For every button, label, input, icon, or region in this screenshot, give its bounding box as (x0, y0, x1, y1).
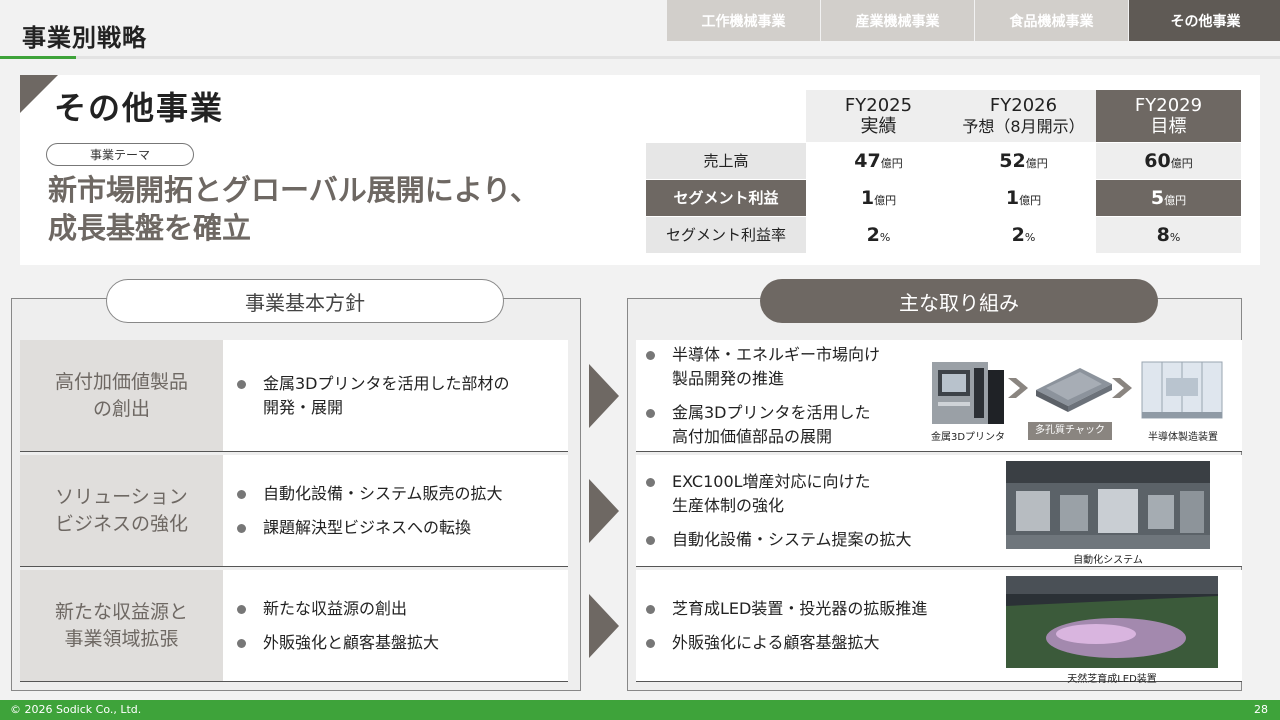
initiative-row: 半導体・エネルギー市場向け 製品開発の推進 金属3Dプリンタを活用した 高付加価値部… (636, 340, 1242, 452)
list-item: EXC100L増産対応に向けた 生産体制の強化 (646, 470, 912, 518)
initiative-points: 半導体・エネルギー市場向け 製品開発の推進 金属3Dプリンタを活用した 高付加価値部… (646, 340, 880, 452)
list-item: 金属3Dプリンタを活用した 高付加価値部品の展開 (646, 401, 880, 449)
row-label-profit-margin: セグメント利益率 (646, 216, 806, 254)
porous-chuck-image (1036, 368, 1112, 412)
row-label-sales: 売上高 (646, 142, 806, 180)
value-cell: 2% (951, 216, 1096, 254)
automation-system-image (1006, 461, 1210, 549)
initiative-row: EXC100L増産対応に向けた 生産体制の強化 自動化設備・システム提案の拡大 自… (636, 455, 1242, 567)
policy-category: 新たな収益源と 事業領域拡張 (20, 570, 223, 681)
corner-accent (20, 75, 58, 113)
page-number: 28 (1254, 703, 1268, 716)
theme-label-pill: 事業テーマ (46, 143, 194, 166)
header-accent-bar (0, 56, 76, 59)
segment-summary-panel: その他事業 事業テーマ 新市場開拓とグローバル展開により、 成長基盤を確立 FY… (20, 75, 1260, 265)
metal-3d-printer-image (932, 362, 1004, 424)
list-item: 外販強化と顧客基盤拡大 (237, 631, 568, 655)
table-row: セグメント利益率 2% 2% 8% (646, 216, 1241, 254)
business-theme-line: 新市場開拓とグローバル展開により、 (48, 173, 539, 207)
image-caption: 金属3Dプリンタ (930, 432, 1006, 443)
business-theme-line: 成長基盤を確立 (48, 211, 252, 245)
arrow-right-icon (1008, 378, 1028, 398)
image-caption: 半導体製造装置 (1148, 432, 1218, 443)
value-cell: 1億円 (951, 179, 1096, 217)
turf-led-device-image (1006, 576, 1218, 668)
list-item: 芝育成LED装置・投光器の拡販推進 (646, 597, 927, 621)
column-header-fy2029: FY2029 目標 (1096, 90, 1241, 143)
chevron-right-icon (589, 479, 619, 543)
list-item: 課題解決型ビジネスへの転換 (237, 516, 568, 540)
policy-header: 事業基本方針 (106, 279, 504, 323)
chevron-right-icon (589, 594, 619, 658)
policy-category: 高付加価値製品 の創出 (20, 340, 223, 451)
column-header-fy2025: FY2025 実績 (806, 90, 951, 143)
value-cell: 1億円 (806, 179, 951, 217)
image-caption: 自動化システム (1073, 555, 1143, 566)
segment-tabs: 工作機械事業 産業機械事業 食品機械事業 その他事業 (666, 0, 1280, 41)
initiative-points: EXC100L増産対応に向けた 生産体制の強化 自動化設備・システム提案の拡大 (646, 455, 912, 567)
initiative-points: 芝育成LED装置・投光器の拡販推進 外販強化による顧客基盤拡大 (646, 570, 927, 682)
initiative-row: 芝育成LED装置・投光器の拡販推進 外販強化による顧客基盤拡大 天然芝育成LED… (636, 570, 1242, 685)
tab-other-business[interactable]: その他事業 (1129, 0, 1280, 41)
image-caption: 多孔質チャック (1028, 422, 1112, 440)
chevron-right-icon (589, 364, 619, 428)
financial-targets-table: FY2025 実績 FY2026 予想（8月開示） FY2029 目標 売上高 47億… (646, 90, 1241, 254)
column-header-fy2026: FY2026 予想（8月開示） (951, 90, 1096, 143)
value-cell: 5億円 (1096, 179, 1241, 217)
page-title: 事業別戦略 (22, 24, 147, 52)
image-caption: 天然芝育成LED装置 (1067, 674, 1157, 685)
policy-row: 新たな収益源と 事業領域拡張 新たな収益源の創出 外販強化と顧客基盤拡大 (20, 570, 568, 682)
tab-industrial-machinery[interactable]: 産業機械事業 (821, 0, 974, 41)
table-row: 売上高 47億円 52億円 60億円 (646, 142, 1241, 180)
list-item: 自動化設備・システム提案の拡大 (646, 528, 912, 552)
tab-machine-tool[interactable]: 工作機械事業 (667, 0, 820, 41)
list-item: 自動化設備・システム販売の拡大 (237, 482, 568, 506)
tab-food-machinery[interactable]: 食品機械事業 (975, 0, 1128, 41)
list-item: 新たな収益源の創出 (237, 597, 568, 621)
table-corner (646, 90, 806, 143)
policy-points: 新たな収益源の創出 外販強化と顧客基盤拡大 (223, 570, 568, 681)
copyright: © 2026 Sodick Co., Ltd. (10, 703, 142, 716)
initiatives-header: 主な取り組み (760, 279, 1158, 323)
policy-row: 高付加価値製品 の創出 金属3Dプリンタを活用した部材の 開発・展開 (20, 340, 568, 452)
policy-points: 金属3Dプリンタを活用した部材の 開発・展開 (223, 340, 568, 451)
arrow-right-icon (1112, 378, 1132, 398)
list-item: 外販強化による顧客基盤拡大 (646, 631, 927, 655)
policy-category: ソリューション ビジネスの強化 (20, 455, 223, 566)
list-item: 半導体・エネルギー市場向け 製品開発の推進 (646, 343, 880, 391)
semiconductor-equipment-image (1141, 361, 1223, 419)
business-theme: 新市場開拓とグローバル展開により、 成長基盤を確立 (48, 171, 608, 247)
value-cell: 2% (806, 216, 951, 254)
footer-bar: © 2026 Sodick Co., Ltd. 28 (0, 700, 1280, 720)
policy-points: 自動化設備・システム販売の拡大 課題解決型ビジネスへの転換 (223, 455, 568, 566)
segment-title: その他事業 (54, 89, 225, 127)
table-row: セグメント利益 1億円 1億円 5億円 (646, 179, 1241, 217)
value-cell: 52億円 (951, 142, 1096, 180)
header-divider (0, 56, 1280, 59)
policy-row: ソリューション ビジネスの強化 自動化設備・システム販売の拡大 課題解決型ビジネス… (20, 455, 568, 567)
value-cell: 8% (1096, 216, 1241, 254)
value-cell: 60億円 (1096, 142, 1241, 180)
value-cell: 47億円 (806, 142, 951, 180)
list-item: 金属3Dプリンタを活用した部材の 開発・展開 (237, 372, 568, 420)
row-label-segment-profit: セグメント利益 (646, 179, 806, 217)
